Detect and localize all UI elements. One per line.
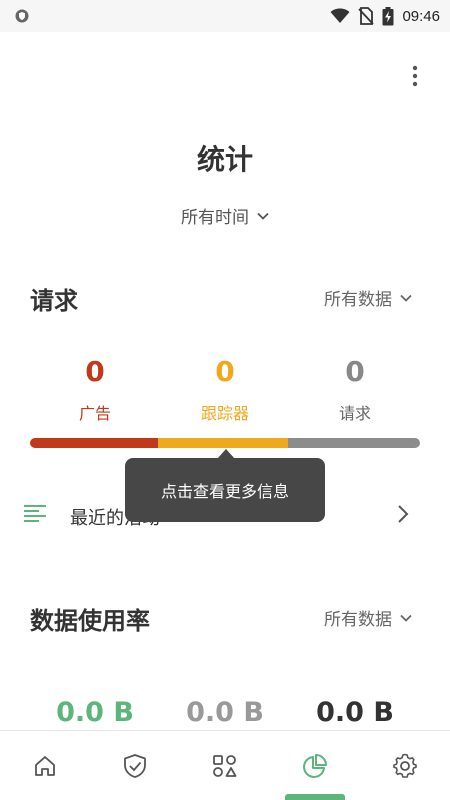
no-sim-icon <box>358 7 375 25</box>
status-time: 09:46 <box>402 7 440 25</box>
requests-bar-segment <box>288 438 420 448</box>
stat-trackers-value: 0 <box>215 355 235 388</box>
requests-ratio-bar[interactable] <box>30 438 420 448</box>
tooltip-text: 点击查看更多信息 <box>160 482 289 501</box>
usage-value-saved: 0.0 B <box>56 697 134 728</box>
nav-apps[interactable] <box>180 731 270 800</box>
chevron-down-icon <box>400 294 412 302</box>
requests-filter-dropdown[interactable]: 所有数据 <box>324 285 412 310</box>
shield-check-icon <box>124 754 146 778</box>
data-usage-filter-label: 所有数据 <box>324 610 392 630</box>
nav-protection[interactable] <box>90 731 180 800</box>
battery-charging-icon <box>382 6 394 25</box>
data-usage-title: 数据使用率 <box>30 607 150 635</box>
stat-requests-value: 0 <box>345 355 365 388</box>
chevron-down-icon <box>257 212 269 220</box>
shield-status-icon <box>15 9 29 23</box>
list-icon <box>24 505 46 522</box>
tooltip[interactable]: 点击查看更多信息 <box>125 458 325 522</box>
requests-filter-label: 所有数据 <box>324 290 392 310</box>
trackers-bar-segment <box>158 438 288 448</box>
chevron-right-icon <box>398 505 409 523</box>
bottom-navigation <box>0 730 450 800</box>
nav-home[interactable] <box>0 731 90 800</box>
nav-settings[interactable] <box>360 731 450 800</box>
ads-bar-segment <box>30 438 158 448</box>
requests-title: 请求 <box>30 287 78 315</box>
settings-icon <box>393 753 417 778</box>
period-label: 所有时间 <box>181 208 249 228</box>
usage-value-blocked: 0.0 B <box>186 697 264 728</box>
period-dropdown[interactable]: 所有时间 <box>0 203 450 228</box>
stat-trackers-label: 跟踪器 <box>200 404 249 423</box>
home-icon <box>35 756 55 776</box>
stat-ads-value: 0 <box>85 355 105 388</box>
apps-icon <box>213 755 237 777</box>
chevron-down-icon <box>400 614 412 622</box>
stat-ads[interactable]: 0 广告 <box>30 355 160 424</box>
nav-statistics[interactable] <box>270 731 360 800</box>
wifi-icon <box>330 8 350 23</box>
data-usage-filter-dropdown[interactable]: 所有数据 <box>324 605 412 630</box>
stat-ads-label: 广告 <box>78 404 111 423</box>
stat-trackers[interactable]: 0 跟踪器 <box>160 355 290 424</box>
more-vert-icon <box>412 65 418 87</box>
more-options-button[interactable] <box>400 62 430 90</box>
usage-value-total: 0.0 B <box>316 697 394 728</box>
status-bar: 09:46 <box>0 0 450 32</box>
stat-requests[interactable]: 0 请求 <box>290 355 420 424</box>
active-tab-indicator <box>285 794 345 800</box>
stat-requests-label: 请求 <box>338 404 371 423</box>
statistics-icon <box>303 754 327 778</box>
page-title: 统计 <box>196 143 253 176</box>
